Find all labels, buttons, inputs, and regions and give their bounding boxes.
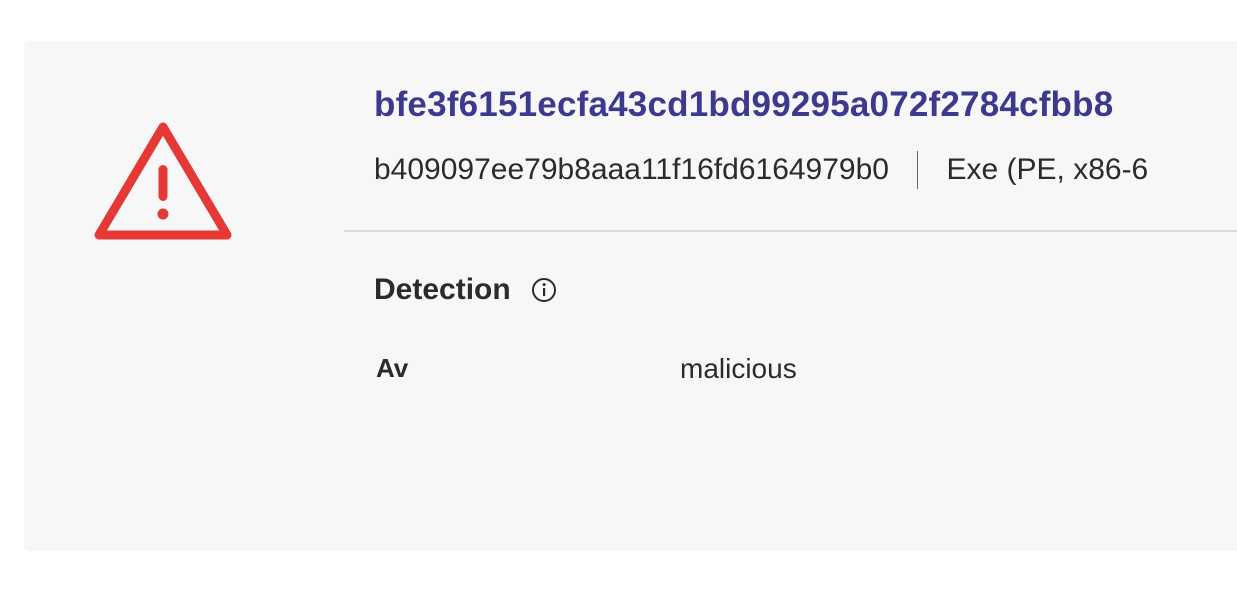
section-divider bbox=[344, 230, 1237, 232]
detection-heading-label: Detection bbox=[374, 273, 511, 306]
file-summary-card: bfe3f6151ecfa43cd1bd99295a072f2784cfbb8 … bbox=[24, 41, 1237, 551]
file-hash-title[interactable]: bfe3f6151ecfa43cd1bd99295a072f2784cfbb8 bbox=[374, 85, 1113, 125]
file-type: Exe (PE, x86-6 bbox=[946, 153, 1149, 186]
detection-row-label: Av bbox=[376, 353, 409, 383]
warning-triangle-icon bbox=[94, 122, 232, 240]
detection-heading: Detection bbox=[374, 273, 557, 307]
info-circle-icon[interactable] bbox=[531, 277, 557, 303]
file-meta: b409097ee79b8aaa11f16fd6164979b0 Exe (PE… bbox=[374, 151, 1148, 189]
detection-row-value: malicious bbox=[680, 353, 797, 384]
meta-separator bbox=[916, 151, 919, 189]
file-md5: b409097ee79b8aaa11f16fd6164979b0 bbox=[374, 153, 889, 186]
